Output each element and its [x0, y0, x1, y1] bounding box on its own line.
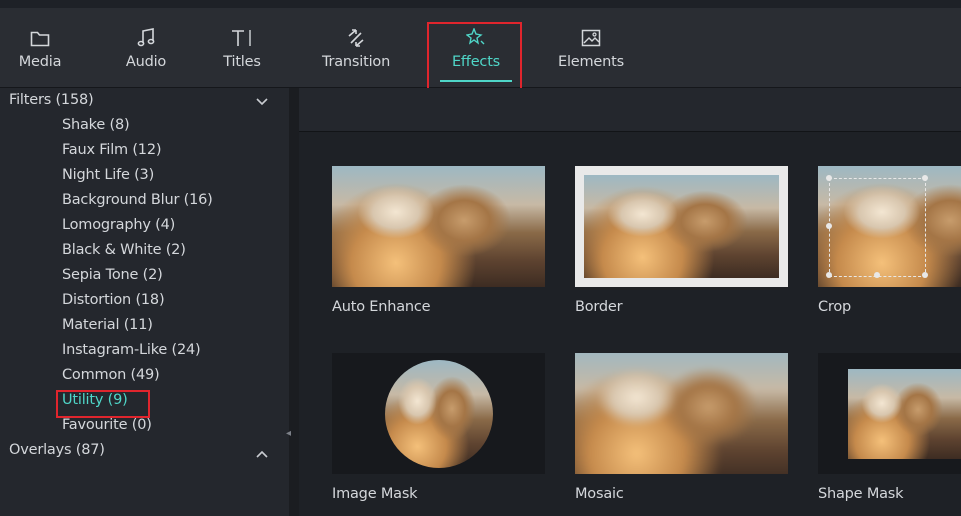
effect-thumbnail-mosaic[interactable]: [575, 353, 788, 474]
preview-image: [584, 175, 779, 278]
category-background-blur[interactable]: Background Blur (16): [62, 192, 213, 208]
utility-highlight: [56, 390, 150, 418]
crop-frame: [829, 178, 926, 277]
collapse-panel-icon[interactable]: ◂: [286, 428, 291, 439]
effects-panel: Auto Enhance Border Crop Image Mask Mosa…: [299, 88, 961, 516]
effect-label: Crop: [818, 299, 852, 315]
effects-grid: Auto Enhance Border Crop Image Mask Mosa…: [299, 132, 961, 516]
tab-label: Transition: [321, 54, 391, 70]
tab-label: Titles: [223, 54, 261, 70]
effect-thumbnail-image-mask[interactable]: [332, 353, 545, 474]
transition-arrows-icon: [345, 26, 367, 50]
preview-image: [385, 360, 493, 468]
folder-icon: [30, 26, 50, 50]
category-shake[interactable]: Shake (8): [62, 117, 130, 133]
effect-thumbnail-auto-enhance[interactable]: [332, 166, 545, 287]
category-lomography[interactable]: Lomography (4): [62, 217, 175, 233]
preview-image: [575, 353, 788, 474]
effects-tab-highlight: [427, 22, 522, 97]
category-faux-film[interactable]: Faux Film (12): [62, 142, 162, 158]
chevron-down-icon[interactable]: [255, 97, 269, 107]
tab-label: Elements: [558, 54, 624, 70]
category-sepia-tone[interactable]: Sepia Tone (2): [62, 267, 163, 283]
effects-subbar: [299, 88, 961, 132]
effect-label: Image Mask: [332, 486, 418, 502]
effect-label: Mosaic: [575, 486, 624, 502]
crop-handle: [826, 175, 832, 181]
category-instagram-like[interactable]: Instagram-Like (24): [62, 342, 201, 358]
category-sidebar: Filters (158) Shake (8) Faux Film (12) N…: [0, 88, 289, 516]
effect-label: Auto Enhance: [332, 299, 431, 315]
text-cursor-icon: [230, 26, 254, 50]
preview-image: [332, 166, 545, 287]
effect-thumbnail-shape-mask[interactable]: [818, 353, 961, 474]
tab-label: Media: [18, 54, 62, 70]
effect-label: Border: [575, 299, 623, 315]
category-night-life[interactable]: Night Life (3): [62, 167, 154, 183]
music-note-icon: [137, 26, 155, 50]
tab-titles[interactable]: Titles: [206, 8, 278, 87]
category-distortion[interactable]: Distortion (18): [62, 292, 165, 308]
effect-thumbnail-border[interactable]: [575, 166, 788, 287]
tab-audio[interactable]: Audio: [110, 8, 182, 87]
panel-splitter[interactable]: [289, 88, 299, 516]
category-common[interactable]: Common (49): [62, 367, 160, 383]
crop-handle: [874, 272, 880, 278]
preview-image: [848, 369, 961, 459]
category-material[interactable]: Material (11): [62, 317, 153, 333]
effect-thumbnail-crop[interactable]: [818, 166, 961, 287]
tab-label: Audio: [125, 54, 167, 70]
category-black-white[interactable]: Black & White (2): [62, 242, 186, 258]
tab-elements[interactable]: Elements: [550, 8, 632, 87]
image-icon: [581, 26, 601, 50]
crop-handle: [922, 272, 928, 278]
effect-label: Shape Mask: [818, 486, 904, 502]
tab-transition[interactable]: Transition: [310, 8, 402, 87]
crop-handle: [826, 272, 832, 278]
crop-handle: [826, 223, 832, 229]
crop-handle: [922, 175, 928, 181]
category-filters[interactable]: Filters (158): [9, 92, 94, 108]
tab-media[interactable]: Media: [4, 8, 76, 87]
category-overlays[interactable]: Overlays (87): [9, 442, 105, 458]
category-favourite[interactable]: Favourite (0): [62, 417, 152, 433]
chevron-up-icon[interactable]: [255, 449, 269, 459]
